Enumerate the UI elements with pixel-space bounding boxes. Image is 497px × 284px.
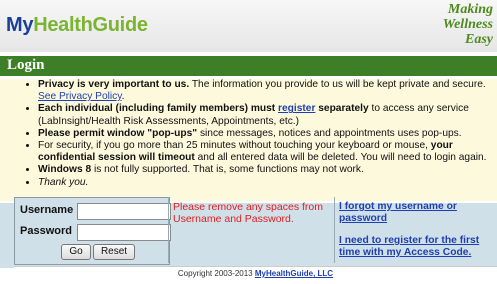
password-input[interactable] <box>77 224 171 241</box>
note-register: Each individual (including family member… <box>38 103 497 127</box>
company-link[interactable]: MyHealthGuide, LLC <box>255 269 333 278</box>
username-input[interactable] <box>77 203 171 220</box>
spaces-warning: Please remove any spaces from Username a… <box>173 201 323 225</box>
note-thanks: Thank you. <box>38 177 497 189</box>
note-windows8-text: is not fully supported. That is, some fu… <box>91 164 364 176</box>
note-popups-bold: Please permit window "pop-ups" <box>38 127 198 139</box>
tagline-line-2: Wellness <box>442 17 493 32</box>
site-logo[interactable]: MyHealthGuide <box>6 14 148 37</box>
note-privacy-bold: Privacy is very important to us. <box>38 79 190 90</box>
site-header: MyHealthGuide Making Wellness Easy <box>0 0 497 52</box>
column-divider-1 <box>168 197 169 263</box>
logo-my: My <box>6 14 34 36</box>
note-timeout-text: For security, if you go more than 25 min… <box>38 140 431 152</box>
privacy-policy-link[interactable]: See Privacy Policy <box>38 91 122 102</box>
note-popups: Please permit window "pop-ups" since mes… <box>38 128 497 140</box>
copyright-text: Copyright 2003-2013 <box>177 269 255 278</box>
column-divider-2 <box>334 197 335 263</box>
note-timeout: For security, if you go more than 25 min… <box>38 140 497 164</box>
first-time-register-link[interactable]: I need to register for the first time wi… <box>339 235 497 259</box>
help-links: I forgot my username or password I need … <box>339 201 497 259</box>
forgot-credentials-link[interactable]: I forgot my username or password <box>339 201 497 225</box>
tagline: Making Wellness Easy <box>443 2 493 47</box>
footer: Copyright 2003-2013 MyHealthGuide, LLC <box>14 266 497 281</box>
password-label: Password <box>20 225 72 237</box>
register-link[interactable]: register <box>278 103 315 114</box>
note-thanks-text: Thank you. <box>38 176 89 188</box>
login-title-bar: Login <box>0 56 497 76</box>
login-title: Login <box>7 57 45 73</box>
notes-list: Privacy is very important to us. The inf… <box>0 79 497 189</box>
reset-button[interactable]: Reset <box>93 244 135 260</box>
note-privacy-end: . <box>121 91 125 103</box>
tagline-line-1: Making <box>447 2 493 17</box>
note-register-bold-a: Each individual (including family member… <box>38 103 279 115</box>
note-windows8-bold: Windows 8 <box>38 164 92 176</box>
note-register-bold-b: separately <box>315 103 369 115</box>
note-timeout-end: and all entered data will be deleted. Yo… <box>194 152 487 164</box>
note-privacy: Privacy is very important to us. The inf… <box>38 79 497 103</box>
note-privacy-text: The information you provide to us will b… <box>189 79 486 90</box>
tagline-line-3: Easy <box>465 32 493 47</box>
username-label: Username <box>20 204 74 216</box>
note-popups-text: since messages, notices and appointments… <box>197 127 462 139</box>
go-button[interactable]: Go <box>61 244 91 260</box>
credentials-box: Username Password Go Reset <box>14 197 171 265</box>
note-windows8: Windows 8 is not fully supported. That i… <box>38 164 497 176</box>
logo-healthguide: HealthGuide <box>33 14 148 36</box>
login-notes: Privacy is very important to us. The inf… <box>0 79 497 201</box>
